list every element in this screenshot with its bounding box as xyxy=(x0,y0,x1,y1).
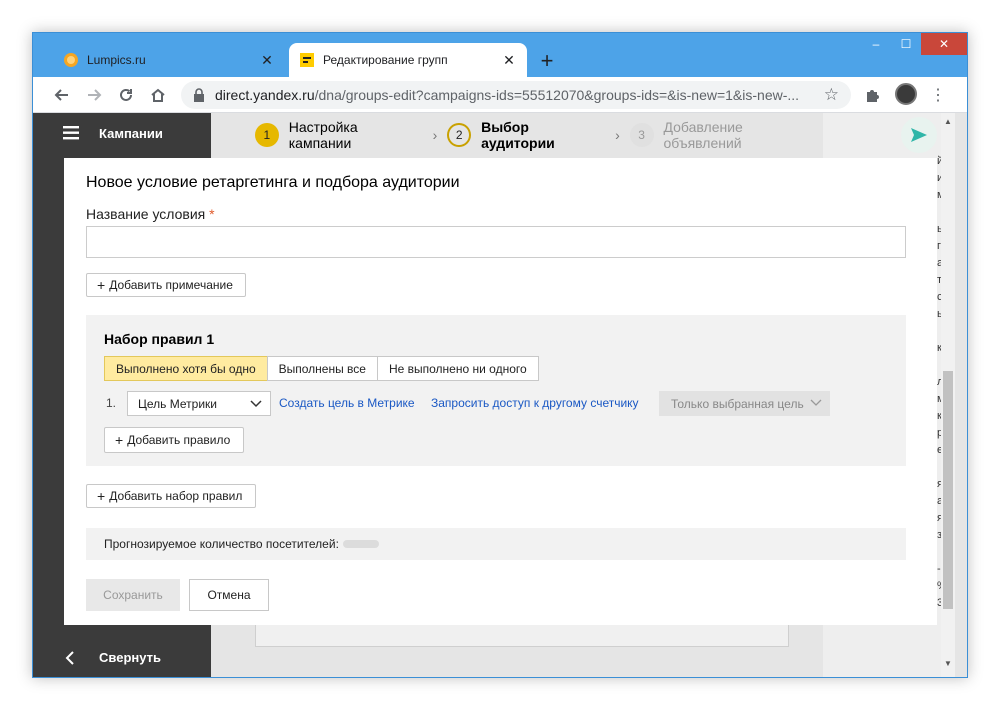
chevron-left-icon xyxy=(65,651,74,665)
url-input[interactable]: direct.yandex.ru /dna/groups-edit?campai… xyxy=(181,81,851,109)
condition-name-input[interactable] xyxy=(86,226,906,258)
chevron-down-icon xyxy=(810,399,822,406)
forecast-label: Прогнозируемое количество посетителей: xyxy=(104,537,339,551)
modal-title: Новое условие ретаргетинга и подбора ауд… xyxy=(86,174,460,191)
goal-select-value: Только выбранная цель xyxy=(671,396,804,411)
lumpics-favicon-icon xyxy=(63,52,79,68)
request-access-link[interactable]: Запросить доступ к другому счетчику xyxy=(431,396,639,410)
scrollbar[interactable]: ▲ ▼ xyxy=(941,113,955,677)
add-rule-button[interactable]: + Добавить правило xyxy=(104,427,244,453)
mode-all-button[interactable]: Выполнены все xyxy=(266,356,378,381)
forecast-loading-placeholder xyxy=(342,540,379,548)
step-2-number: 2 xyxy=(447,123,472,147)
step-1-number: 1 xyxy=(255,123,279,147)
bookmark-star-icon[interactable]: ☆ xyxy=(824,85,839,105)
mode-any-button[interactable]: Выполнено хотя бы одно xyxy=(104,356,268,381)
plus-icon: + xyxy=(97,488,106,504)
lock-icon xyxy=(193,88,205,102)
step-separator-icon: › xyxy=(615,127,620,143)
address-bar: direct.yandex.ru /dna/groups-edit?campai… xyxy=(33,77,967,113)
scroll-down-icon[interactable]: ▼ xyxy=(944,659,952,668)
retargeting-modal: Новое условие ретаргетинга и подбора ауд… xyxy=(64,158,937,625)
url-path: /dna/groups-edit?campaigns-ids=55512070&… xyxy=(314,87,800,103)
tab-title: Редактирование групп xyxy=(323,53,448,67)
step-3-number: 3 xyxy=(629,123,654,147)
rule-row: 1. Цель Метрики Создать цель в Метрике З… xyxy=(104,391,894,416)
plus-icon: + xyxy=(97,277,106,293)
hamburger-icon xyxy=(63,126,79,140)
step-separator-icon: › xyxy=(432,127,438,143)
scroll-up-icon[interactable]: ▲ xyxy=(944,117,952,126)
scrollbar-thumb[interactable] xyxy=(943,371,953,609)
maximize-button[interactable]: ☐ xyxy=(891,33,921,55)
wizard-steps: 1 Настройка кампании › 2 Выбор аудитории… xyxy=(211,113,823,157)
add-rule-label: Добавить правило xyxy=(127,433,231,447)
ruleset-title: Набор правил 1 xyxy=(104,331,215,347)
required-mark: * xyxy=(209,206,215,222)
url-host: direct.yandex.ru xyxy=(215,87,315,103)
browser-window: Lumpics.ru ✕ Редактирование групп ✕ + – … xyxy=(32,32,968,678)
tab-close-icon[interactable]: ✕ xyxy=(257,50,277,70)
create-goal-link[interactable]: Создать цель в Метрике xyxy=(279,396,415,410)
tab-bar: Lumpics.ru ✕ Редактирование групп ✕ + – … xyxy=(33,33,967,77)
minimize-button[interactable]: – xyxy=(861,33,891,55)
close-window-button[interactable]: ✕ xyxy=(921,33,967,55)
cancel-button[interactable]: Отмена xyxy=(189,579,269,611)
play-icon xyxy=(911,128,927,142)
step-2-label[interactable]: Выбор аудитории xyxy=(481,119,605,151)
step-1-label[interactable]: Настройка кампании xyxy=(289,119,423,151)
chevron-down-icon xyxy=(250,400,262,408)
reload-icon[interactable] xyxy=(113,83,139,107)
plus-icon: + xyxy=(115,432,124,448)
rule-type-value: Цель Метрики xyxy=(138,396,217,411)
add-note-button[interactable]: + Добавить примечание xyxy=(86,273,246,297)
sidebar-campaigns[interactable]: Кампании xyxy=(33,113,163,153)
extensions-puzzle-icon[interactable] xyxy=(861,84,883,106)
home-icon[interactable] xyxy=(145,83,171,107)
ruleset-panel: Набор правил 1 Выполнено хотя бы одно Вы… xyxy=(86,315,906,466)
forecast-panel: Прогнозируемое количество посетителей: xyxy=(86,528,906,560)
goal-select[interactable]: Только выбранная цель xyxy=(659,391,830,416)
forward-icon[interactable] xyxy=(81,83,107,107)
add-note-label: Добавить примечание xyxy=(109,278,233,292)
condition-name-label-text: Название условия xyxy=(86,206,206,222)
rule-number: 1. xyxy=(106,396,117,410)
menu-dots-icon[interactable]: ⋮ xyxy=(927,84,949,106)
tab-close-icon[interactable]: ✕ xyxy=(499,50,519,70)
add-ruleset-button[interactable]: + Добавить набор правил xyxy=(86,484,256,508)
mode-none-button[interactable]: Не выполнено ни одного xyxy=(376,356,539,381)
tab-title: Lumpics.ru xyxy=(87,53,146,67)
sidebar-campaigns-label: Кампании xyxy=(99,125,163,141)
add-ruleset-label: Добавить набор правил xyxy=(109,489,243,503)
step-3-label[interactable]: Добавление объявлений xyxy=(664,119,824,151)
new-tab-button[interactable]: + xyxy=(533,47,561,75)
rule-type-select[interactable]: Цель Метрики xyxy=(127,391,271,416)
sidebar-collapse[interactable]: Свернуть xyxy=(33,635,161,677)
profile-avatar[interactable] xyxy=(895,83,917,105)
sidebar-collapse-label: Свернуть xyxy=(99,649,161,665)
tab-lumpics[interactable]: Lumpics.ru ✕ xyxy=(53,43,285,77)
ruleset-mode-switch: Выполнено хотя бы одно Выполнены все Не … xyxy=(104,356,539,381)
play-video-button[interactable] xyxy=(901,117,937,153)
condition-name-label: Название условия * xyxy=(86,206,215,222)
yandex-direct-favicon-icon xyxy=(299,52,315,68)
back-icon[interactable] xyxy=(49,83,75,107)
tab-groups-edit[interactable]: Редактирование групп ✕ xyxy=(289,43,527,77)
save-button[interactable]: Сохранить xyxy=(86,579,180,611)
page-content: Кампании Свернуть 1 Настройка кампании ›… xyxy=(33,113,967,677)
